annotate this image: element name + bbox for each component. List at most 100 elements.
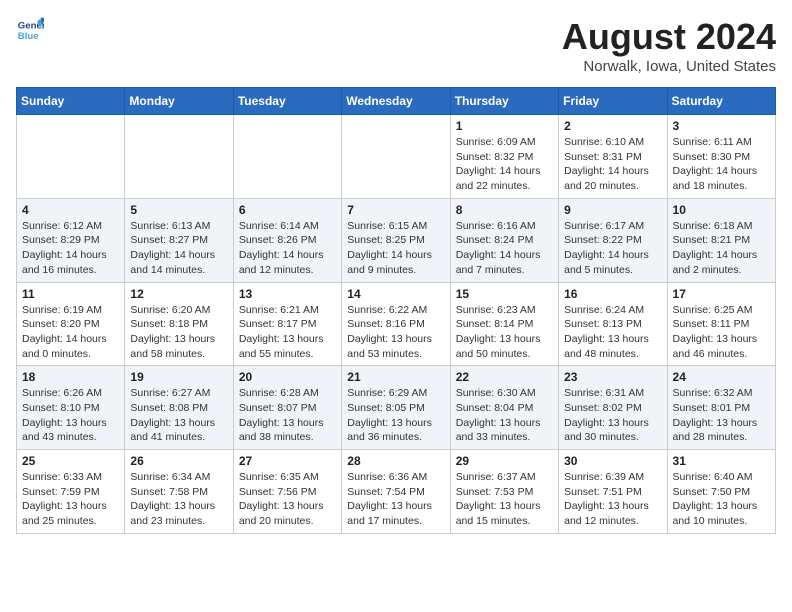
day-number: 18 [22,370,119,384]
title-block: August 2024 Norwalk, Iowa, United States [562,16,776,75]
day-info: Sunrise: 6:16 AMSunset: 8:24 PMDaylight:… [456,219,553,278]
weekday-header-monday: Monday [125,88,233,115]
calendar-cell: 30 Sunrise: 6:39 AMSunset: 7:51 PMDayligh… [559,450,667,534]
calendar-cell: 15Sunrise: 6:23 AMSunset: 8:14 PMDayligh… [450,282,558,366]
day-info: Sunrise: 6:15 AMSunset: 8:25 PMDaylight:… [347,219,444,278]
day-info: Sunrise: 6:37 AMSunset: 7:53 PMDaylight:… [456,470,553,529]
calendar-cell [342,115,450,199]
calendar-cell: 7Sunrise: 6:15 AMSunset: 8:25 PMDaylight… [342,198,450,282]
day-info: Sunrise: 6:10 AMSunset: 8:31 PMDaylight:… [564,135,661,194]
calendar-cell: 29 Sunrise: 6:37 AMSunset: 7:53 PMDayligh… [450,450,558,534]
day-info: Sunrise: 6:34 AMSunset: 7:58 PMDaylight:… [130,470,227,529]
day-info: Sunrise: 6:39 AMSunset: 7:51 PMDaylight:… [564,470,661,529]
day-number: 25 [22,454,119,468]
calendar-cell: 18 Sunrise: 6:26 AMSunset: 8:10 PMDayligh… [17,366,125,450]
day-info: Sunrise: 6:28 AMSunset: 8:07 PMDaylight:… [239,386,336,445]
calendar-cell: 25 Sunrise: 6:33 AMSunset: 7:59 PMDayligh… [17,450,125,534]
day-info: Sunrise: 6:26 AMSunset: 8:10 PMDaylight:… [22,386,119,445]
day-info: Sunrise: 6:36 AMSunset: 7:54 PMDaylight:… [347,470,444,529]
calendar-cell: 12 Sunrise: 6:20 AMSunset: 8:18 PMDayligh… [125,282,233,366]
day-info: Sunrise: 6:32 AMSunset: 8:01 PMDaylight:… [673,386,770,445]
calendar-week-row: 11 Sunrise: 6:19 AMSunset: 8:20 PMDayligh… [17,282,776,366]
weekday-header-wednesday: Wednesday [342,88,450,115]
calendar-cell: 8 Sunrise: 6:16 AMSunset: 8:24 PMDaylight… [450,198,558,282]
weekday-header-tuesday: Tuesday [233,88,341,115]
day-info: Sunrise: 6:21 AMSunset: 8:17 PMDaylight:… [239,303,336,362]
weekday-header-sunday: Sunday [17,88,125,115]
calendar-week-row: 4 Sunrise: 6:12 AMSunset: 8:29 PMDaylight… [17,198,776,282]
day-number: 15 [456,287,553,301]
calendar-cell: 5 Sunrise: 6:13 AMSunset: 8:27 PMDaylight… [125,198,233,282]
day-number: 4 [22,203,119,217]
day-number: 16 [564,287,661,301]
day-number: 12 [130,287,227,301]
day-number: 14 [347,287,444,301]
calendar-cell: 9 Sunrise: 6:17 AMSunset: 8:22 PMDaylight… [559,198,667,282]
day-number: 10 [673,203,770,217]
day-number: 31 [673,454,770,468]
day-info: Sunrise: 6:14 AMSunset: 8:26 PMDaylight:… [239,219,336,278]
day-info: Sunrise: 6:40 AMSunset: 7:50 PMDaylight:… [673,470,770,529]
calendar-cell: 17 Sunrise: 6:25 AMSunset: 8:11 PMDayligh… [667,282,775,366]
day-info: Sunrise: 6:25 AMSunset: 8:11 PMDaylight:… [673,303,770,362]
day-number: 20 [239,370,336,384]
logo: General Blue [16,16,44,44]
day-number: 11 [22,287,119,301]
calendar-cell: 11 Sunrise: 6:19 AMSunset: 8:20 PMDayligh… [17,282,125,366]
location: Norwalk, Iowa, United States [562,58,776,75]
calendar-cell: 6 Sunrise: 6:14 AMSunset: 8:26 PMDaylight… [233,198,341,282]
day-number: 28 [347,454,444,468]
calendar-week-row: 1 Sunrise: 6:09 AMSunset: 8:32 PMDaylight… [17,115,776,199]
calendar-cell: 31 Sunrise: 6:40 AMSunset: 7:50 PMDayligh… [667,450,775,534]
day-info: Sunrise: 6:27 AMSunset: 8:08 PMDaylight:… [130,386,227,445]
day-info: Sunrise: 6:13 AMSunset: 8:27 PMDaylight:… [130,219,227,278]
day-info: Sunrise: 6:29 AMSunset: 8:05 PMDaylight:… [347,386,444,445]
calendar-cell: 16 Sunrise: 6:24 AMSunset: 8:13 PMDayligh… [559,282,667,366]
calendar-cell: 3Sunrise: 6:11 AMSunset: 8:30 PMDaylight… [667,115,775,199]
svg-text:Blue: Blue [18,31,39,42]
day-number: 6 [239,203,336,217]
calendar-cell: 19Sunrise: 6:27 AMSunset: 8:08 PMDayligh… [125,366,233,450]
day-number: 29 [456,454,553,468]
calendar-cell: 2 Sunrise: 6:10 AMSunset: 8:31 PMDaylight… [559,115,667,199]
day-number: 9 [564,203,661,217]
calendar-cell [233,115,341,199]
day-info: Sunrise: 6:17 AMSunset: 8:22 PMDaylight:… [564,219,661,278]
weekday-header-friday: Friday [559,88,667,115]
day-number: 8 [456,203,553,217]
day-info: Sunrise: 6:11 AMSunset: 8:30 PMDaylight:… [673,135,770,194]
calendar-week-row: 18 Sunrise: 6:26 AMSunset: 8:10 PMDayligh… [17,366,776,450]
day-number: 30 [564,454,661,468]
calendar-cell: 22Sunrise: 6:30 AMSunset: 8:04 PMDayligh… [450,366,558,450]
calendar-cell: 28 Sunrise: 6:36 AMSunset: 7:54 PMDayligh… [342,450,450,534]
day-number: 2 [564,119,661,133]
day-info: Sunrise: 6:22 AMSunset: 8:16 PMDaylight:… [347,303,444,362]
day-number: 1 [456,119,553,133]
calendar-cell [125,115,233,199]
logo-icon: General Blue [16,16,44,44]
calendar-week-row: 25 Sunrise: 6:33 AMSunset: 7:59 PMDayligh… [17,450,776,534]
day-info: Sunrise: 6:19 AMSunset: 8:20 PMDaylight:… [22,303,119,362]
day-number: 27 [239,454,336,468]
weekday-header-thursday: Thursday [450,88,558,115]
calendar-cell: 10 Sunrise: 6:18 AMSunset: 8:21 PMDayligh… [667,198,775,282]
page-header: General Blue August 2024 Norwalk, Iowa, … [16,16,776,75]
day-number: 17 [673,287,770,301]
day-info: Sunrise: 6:35 AMSunset: 7:56 PMDaylight:… [239,470,336,529]
calendar-cell: 20 Sunrise: 6:28 AMSunset: 8:07 PMDayligh… [233,366,341,450]
weekday-header-saturday: Saturday [667,88,775,115]
day-info: Sunrise: 6:33 AMSunset: 7:59 PMDaylight:… [22,470,119,529]
day-info: Sunrise: 6:20 AMSunset: 8:18 PMDaylight:… [130,303,227,362]
calendar-cell: 13Sunrise: 6:21 AMSunset: 8:17 PMDayligh… [233,282,341,366]
day-info: Sunrise: 6:18 AMSunset: 8:21 PMDaylight:… [673,219,770,278]
day-number: 21 [347,370,444,384]
day-info: Sunrise: 6:24 AMSunset: 8:13 PMDaylight:… [564,303,661,362]
calendar-cell: 27 Sunrise: 6:35 AMSunset: 7:56 PMDayligh… [233,450,341,534]
calendar-body: 1 Sunrise: 6:09 AMSunset: 8:32 PMDaylight… [17,115,776,534]
day-number: 26 [130,454,227,468]
day-number: 23 [564,370,661,384]
day-info: Sunrise: 6:09 AMSunset: 8:32 PMDaylight:… [456,135,553,194]
month-title: August 2024 [562,16,776,58]
day-number: 5 [130,203,227,217]
day-info: Sunrise: 6:12 AMSunset: 8:29 PMDaylight:… [22,219,119,278]
